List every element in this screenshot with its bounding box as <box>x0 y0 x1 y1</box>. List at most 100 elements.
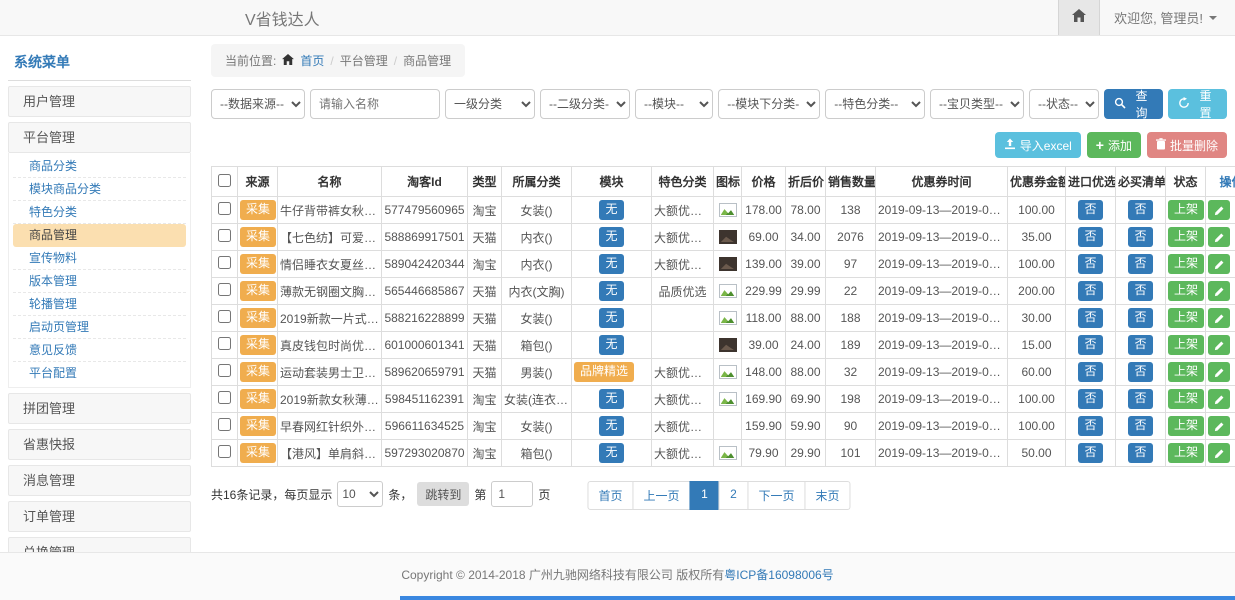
add-button[interactable]: + 添加 <box>1087 132 1141 158</box>
row-checkbox[interactable] <box>218 418 231 431</box>
import-excel-button[interactable]: 导入excel <box>995 132 1081 158</box>
must-buy-toggle[interactable]: 否 <box>1128 443 1152 463</box>
sidebar-group[interactable]: 用户管理 <box>8 86 191 117</box>
filter-item-type[interactable]: --宝贝类型-- <box>930 89 1024 119</box>
sidebar-group[interactable]: 平台管理 <box>8 122 191 153</box>
row-checkbox[interactable] <box>218 445 231 458</box>
status-toggle[interactable]: 上架 <box>1168 227 1204 247</box>
filter-status[interactable]: --状态-- <box>1029 89 1099 119</box>
must-buy-toggle[interactable]: 否 <box>1128 281 1152 301</box>
must-buy-toggle[interactable]: 否 <box>1128 308 1152 328</box>
row-checkbox[interactable] <box>218 229 231 242</box>
coupon-time: 2019-09-13—2019-09-20 <box>876 251 1008 278</box>
row-checkbox[interactable] <box>218 310 231 323</box>
user-menu[interactable]: 欢迎您, 管理员! <box>1114 8 1217 27</box>
filter-module-sub-category[interactable]: --模块下分类-- <box>718 89 820 119</box>
status-toggle[interactable]: 上架 <box>1168 443 1204 463</box>
must-buy-toggle[interactable]: 否 <box>1128 362 1152 382</box>
imported-toggle[interactable]: 否 <box>1078 443 1102 463</box>
pager-button[interactable]: 下一页 <box>748 481 806 510</box>
must-buy-toggle[interactable]: 否 <box>1128 200 1152 220</box>
must-buy-toggle[interactable]: 否 <box>1128 389 1152 409</box>
page: V省钱达人 欢迎您, 管理员! 系统菜单 用户管理平台管理商品分类模块商品分类特… <box>0 0 1235 600</box>
jump-page-input[interactable] <box>491 481 533 507</box>
sidebar-item[interactable]: 模块商品分类 <box>13 178 186 201</box>
edit-button[interactable] <box>1208 389 1230 409</box>
pager-button[interactable]: 上一页 <box>632 481 690 510</box>
edit-button[interactable] <box>1208 443 1230 463</box>
col-imported: 进口优选 <box>1066 167 1116 197</box>
edit-button[interactable] <box>1208 254 1230 274</box>
row-checkbox[interactable] <box>218 256 231 269</box>
sidebar-item[interactable]: 商品分类 <box>13 155 186 178</box>
status-toggle[interactable]: 上架 <box>1168 362 1204 382</box>
row-checkbox[interactable] <box>218 337 231 350</box>
must-buy-toggle[interactable]: 否 <box>1128 335 1152 355</box>
search-button[interactable]: 查询 <box>1104 89 1163 119</box>
sidebar-group[interactable]: 拼团管理 <box>8 393 191 424</box>
edit-button[interactable] <box>1208 362 1230 382</box>
row-checkbox[interactable] <box>218 202 231 215</box>
home-button[interactable] <box>1058 0 1100 35</box>
imported-toggle[interactable]: 否 <box>1078 389 1102 409</box>
row-checkbox[interactable] <box>218 364 231 377</box>
edit-button[interactable] <box>1208 200 1230 220</box>
imported-toggle[interactable]: 否 <box>1078 308 1102 328</box>
status-toggle[interactable]: 上架 <box>1168 200 1204 220</box>
status-toggle[interactable]: 上架 <box>1168 335 1204 355</box>
row-checkbox[interactable] <box>218 391 231 404</box>
edit-button[interactable] <box>1208 335 1230 355</box>
edit-button[interactable] <box>1208 227 1230 247</box>
sidebar-item[interactable]: 意见反馈 <box>13 339 186 362</box>
must-buy-toggle[interactable]: 否 <box>1128 227 1152 247</box>
icp-link[interactable]: 粤ICP备16098006号 <box>724 568 833 582</box>
must-buy-toggle[interactable]: 否 <box>1128 254 1152 274</box>
filter-name-input[interactable] <box>310 89 440 119</box>
sidebar-item[interactable]: 宣传物料 <box>13 247 186 270</box>
row-checkbox[interactable] <box>218 283 231 296</box>
sidebar-group[interactable]: 消息管理 <box>8 465 191 496</box>
feature-category <box>652 332 714 359</box>
sidebar-group[interactable]: 省惠快报 <box>8 429 191 460</box>
edit-button[interactable] <box>1208 281 1230 301</box>
imported-toggle[interactable]: 否 <box>1078 254 1102 274</box>
status-toggle[interactable]: 上架 <box>1168 416 1204 436</box>
filter-data-source[interactable]: --数据来源-- <box>211 89 305 119</box>
must-buy-toggle[interactable]: 否 <box>1128 416 1152 436</box>
imported-toggle[interactable]: 否 <box>1078 200 1102 220</box>
filter-level1-category[interactable]: 一级分类 <box>445 89 535 119</box>
batch-delete-button[interactable]: 批量删除 <box>1147 132 1227 158</box>
product-thumbnail <box>714 278 742 305</box>
pager-button[interactable]: 末页 <box>805 481 851 510</box>
imported-toggle[interactable]: 否 <box>1078 362 1102 382</box>
filter-module[interactable]: --模块-- <box>635 89 713 119</box>
sidebar-item[interactable]: 平台配置 <box>13 362 186 385</box>
filter-feature-category[interactable]: --特色分类-- <box>825 89 925 119</box>
breadcrumb-home-link[interactable]: 首页 <box>300 52 324 69</box>
status-toggle[interactable]: 上架 <box>1168 254 1204 274</box>
filter-level2-category[interactable]: --二级分类-- <box>540 89 630 119</box>
pager-button[interactable]: 2 <box>719 481 749 510</box>
imported-toggle[interactable]: 否 <box>1078 416 1102 436</box>
imported-toggle[interactable]: 否 <box>1078 335 1102 355</box>
per-page-select[interactable]: 10 <box>337 481 383 507</box>
status-toggle[interactable]: 上架 <box>1168 308 1204 328</box>
sidebar-group[interactable]: 订单管理 <box>8 501 191 532</box>
select-all-checkbox[interactable] <box>218 174 231 187</box>
sidebar-item[interactable]: 轮播管理 <box>13 293 186 316</box>
pager-button[interactable]: 1 <box>690 481 720 510</box>
reset-button[interactable]: 重置 <box>1168 89 1227 119</box>
status-toggle[interactable]: 上架 <box>1168 389 1204 409</box>
taoke-id: 596611634525 <box>382 413 468 440</box>
imported-toggle[interactable]: 否 <box>1078 281 1102 301</box>
edit-button[interactable] <box>1208 308 1230 328</box>
pager-button[interactable]: 首页 <box>587 481 633 510</box>
imported-toggle[interactable]: 否 <box>1078 227 1102 247</box>
sidebar-item[interactable]: 商品管理 <box>13 224 186 247</box>
sidebar-item[interactable]: 启动页管理 <box>13 316 186 339</box>
edit-button[interactable] <box>1208 416 1230 436</box>
status-toggle[interactable]: 上架 <box>1168 281 1204 301</box>
jump-button[interactable]: 跳转到 <box>417 482 469 506</box>
sidebar-item[interactable]: 版本管理 <box>13 270 186 293</box>
sidebar-item[interactable]: 特色分类 <box>13 201 186 224</box>
